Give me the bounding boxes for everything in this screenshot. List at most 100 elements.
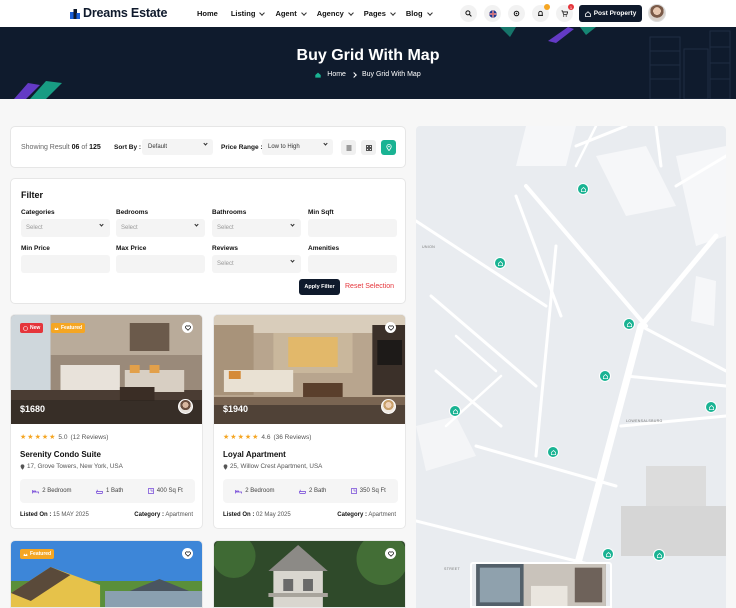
building-logo-icon <box>70 8 80 19</box>
chevron-down-icon <box>99 222 104 227</box>
chevron-down-icon <box>390 9 396 16</box>
grid-view-icon <box>365 144 372 151</box>
review-count: (36 Reviews) <box>273 434 312 441</box>
price-range-select[interactable]: Low to High <box>262 139 333 155</box>
map-pin[interactable] <box>494 257 506 269</box>
agent-avatar[interactable] <box>381 399 396 414</box>
top-navbar: Dreams Estate Home Listing Agent Agency … <box>0 0 736 27</box>
nav-listing[interactable]: Listing <box>231 9 266 18</box>
nav-agent[interactable]: Agent <box>275 9 307 18</box>
language-button[interactable] <box>484 5 501 22</box>
notification-badge <box>544 4 550 10</box>
categories-select[interactable]: Select <box>21 219 110 237</box>
feature-text: 2 Bedroom <box>42 488 72 494</box>
heart-icon <box>184 550 191 557</box>
reset-selection-link[interactable]: Reset Selection <box>345 283 394 290</box>
home-icon <box>497 260 503 266</box>
result-prefix: Showing Result <box>21 144 70 151</box>
badge-label: Featured <box>30 551 52 557</box>
property-title[interactable]: Serenity Condo Suite <box>20 450 101 459</box>
nav-blog[interactable]: Blog <box>406 9 433 18</box>
crown-icon <box>54 327 59 330</box>
grid-view-button[interactable] <box>361 140 376 155</box>
bedrooms-select[interactable]: Select <box>116 219 205 237</box>
listed-on: Listed On : 15 MAY 2025 <box>20 512 89 518</box>
breadcrumb: Home Buy Grid With Map <box>0 71 736 78</box>
feature-baths: 1 Bath <box>96 488 123 494</box>
amenities-input[interactable] <box>308 255 397 273</box>
chevron-down-icon <box>290 258 295 263</box>
search-button[interactable] <box>460 5 477 22</box>
favorite-button[interactable] <box>182 548 193 559</box>
bathrooms-label: Bathrooms <box>212 209 247 216</box>
min-price-input[interactable] <box>21 255 110 273</box>
nav-home[interactable]: Home <box>197 9 218 18</box>
user-avatar[interactable] <box>648 4 666 22</box>
property-title[interactable]: Loyal Apartment <box>223 450 286 459</box>
map-pin[interactable] <box>449 405 461 417</box>
map-pin[interactable] <box>599 370 611 382</box>
post-property-button[interactable]: Post Property <box>579 5 642 22</box>
rating-stars: ★ ★ ★ ★ ★ 4.6 (36 Reviews) <box>223 434 311 441</box>
chevron-down-icon <box>347 9 354 16</box>
heart-icon <box>387 324 394 331</box>
price-range-value: Low to High <box>268 144 300 150</box>
select-placeholder: Select <box>121 225 138 231</box>
sort-select[interactable]: Default <box>142 139 213 155</box>
min-sqft-input[interactable] <box>308 219 397 237</box>
notification-button[interactable] <box>532 4 550 22</box>
feature-text: 1 Bath <box>105 488 124 494</box>
feature-text: 400 Sq Ft <box>156 488 183 494</box>
feature-bedrooms: 2 Bedroom <box>32 488 72 494</box>
categories-label: Categories <box>21 209 55 216</box>
property-map[interactable]: UNION LOWENSALSBURG STREET <box>416 126 726 608</box>
map-pin[interactable] <box>602 548 614 560</box>
feature-text: 2 Bath <box>308 488 327 494</box>
property-address: 25, Willow Crest Apartment, USA <box>223 463 322 470</box>
map-label-street: STREET <box>444 567 460 571</box>
home-icon <box>452 408 458 414</box>
result-of: of <box>81 144 88 151</box>
list-view-icon <box>346 145 351 150</box>
reviews-select[interactable]: Select <box>212 255 301 273</box>
map-pin[interactable] <box>705 401 717 413</box>
cart-button[interactable]: 1 <box>556 4 574 22</box>
map-pin[interactable] <box>577 183 589 195</box>
map-view-icon <box>385 144 392 151</box>
settings-button[interactable] <box>508 5 525 22</box>
property-card[interactable] <box>213 540 406 608</box>
favorite-button[interactable] <box>385 322 396 333</box>
map-view-button[interactable] <box>381 140 396 155</box>
area-icon <box>350 488 357 494</box>
property-card[interactable]: New Featured $1680 ★ ★ ★ ★ ★ 5.0 (12 Reviews… <box>10 314 203 529</box>
favorite-button[interactable] <box>385 548 396 559</box>
map-popup-image[interactable] <box>470 562 612 608</box>
select-placeholder: Select <box>217 225 234 231</box>
property-address: 17, Grove Towers, New York, USA <box>20 463 123 470</box>
map-roads <box>416 126 726 608</box>
list-view-button[interactable] <box>341 140 356 155</box>
map-pin[interactable] <box>547 446 559 458</box>
star-badge-icon <box>23 325 28 331</box>
map-pin[interactable] <box>653 549 665 561</box>
favorite-button[interactable] <box>182 322 193 333</box>
agent-avatar[interactable] <box>178 399 193 414</box>
property-category: Category : Apartment <box>134 512 193 518</box>
heart-icon <box>184 324 191 331</box>
property-card[interactable]: Featured <box>10 540 203 608</box>
bed-icon <box>235 489 243 493</box>
map-pin[interactable] <box>623 318 635 330</box>
max-price-input[interactable] <box>116 255 205 273</box>
bathrooms-select[interactable]: Select <box>212 219 301 237</box>
nav-pages[interactable]: Pages <box>364 9 396 18</box>
property-card[interactable]: $1940 ★ ★ ★ ★ ★ 4.6 (36 Reviews) Loyal Apart… <box>213 314 406 529</box>
apply-filter-button[interactable]: Apply Filter <box>299 279 340 295</box>
badge-label: New <box>30 325 41 331</box>
listed-date: 02 May 2025 <box>256 512 291 518</box>
breadcrumb-home[interactable]: Home <box>327 71 346 78</box>
nav-agency[interactable]: Agency <box>317 9 354 18</box>
location-pin-icon <box>223 463 228 470</box>
listed-label: Listed On : <box>20 512 52 518</box>
brand-logo[interactable]: Dreams Estate <box>70 6 167 20</box>
price-range-label: Price Range : <box>221 144 263 151</box>
